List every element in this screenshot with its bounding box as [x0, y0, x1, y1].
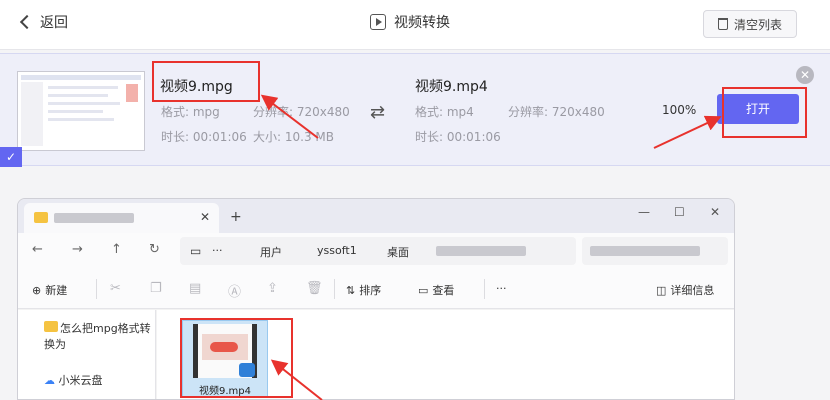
view-label: 查看 [432, 284, 455, 297]
up-arrow-icon[interactable]: ↑ [111, 242, 122, 257]
maximize-icon[interactable]: ☐ [674, 205, 685, 219]
refresh-icon[interactable]: ↻ [149, 242, 160, 257]
sort-icon: ⇅ [346, 283, 356, 297]
tab-close-icon[interactable]: ✕ [200, 210, 210, 224]
view-button[interactable]: ▭ 查看 [418, 282, 454, 298]
back-arrow-icon[interactable]: ← [32, 242, 43, 257]
clear-list-label: 清空列表 [733, 17, 782, 32]
new-tab-icon[interactable]: + [230, 209, 242, 225]
delete-icon[interactable]: 🗑 [306, 281, 323, 296]
window-close-icon[interactable]: ✕ [710, 205, 720, 219]
remove-task-icon[interactable]: ✕ [796, 66, 814, 84]
breadcrumb-users[interactable]: 用户 [260, 244, 282, 260]
share-icon[interactable]: ⇪ [267, 281, 278, 296]
view-icon: ▭ [418, 283, 429, 297]
search-box[interactable] [582, 237, 728, 265]
tab-title-redacted [54, 213, 134, 223]
annotation-box-open [722, 87, 807, 138]
explorer-nav-bar: ← → ↑ ↻ ▭ ··· 用户 yssoft1 桌面 [18, 233, 734, 269]
chevron-left-icon [19, 14, 35, 30]
target-format: 格式: mp4 [415, 105, 474, 119]
sort-label: 排序 [359, 284, 382, 297]
explorer-tab[interactable]: ✕ [24, 203, 219, 233]
sort-button[interactable]: ⇅ 排序 [346, 282, 381, 298]
nav-item-cloud-label: 小米云盘 [58, 374, 103, 387]
details-pane-icon: ◫ [656, 283, 667, 297]
target-resolution: 分辨率: 720x480 [508, 105, 605, 119]
source-duration: 时长: 00:01:06 [161, 130, 247, 144]
breadcrumb-user[interactable]: yssoft1 [317, 244, 357, 257]
nav-item-cloud[interactable]: ☁ 小米云盘 [44, 372, 103, 388]
copy-icon[interactable]: ❐ [150, 281, 162, 296]
annotation-box-source [152, 61, 260, 102]
video-icon [370, 14, 386, 30]
progress-percent: 100% [662, 103, 697, 117]
more-options-icon[interactable]: ··· [496, 282, 507, 295]
source-format: 格式: mpg [161, 105, 220, 119]
forward-arrow-icon[interactable]: → [72, 242, 83, 257]
conversion-task-card: ✓ 视频9.mpg 格式: mpg 分辨率: 720x480 时长: 00:01… [0, 53, 830, 167]
convert-arrows-icon: ⇄ [370, 102, 386, 123]
cloud-icon: ☁ [44, 374, 55, 387]
folder-icon [34, 212, 48, 223]
navigation-pane: 怎么把mpg格式转换为 ☁ 小米云盘 [18, 310, 156, 399]
explorer-toolbar: ⊕ 新建 ✂ ❐ ▤ Ⓐ ⇪ 🗑 ⇅ 排序 ▭ 查看 ··· ◫ 详细信息 [18, 269, 734, 309]
minimize-icon[interactable]: — [638, 205, 650, 219]
back-button[interactable]: 返回 [19, 12, 68, 32]
address-bar[interactable]: ▭ ··· 用户 yssoft1 桌面 [180, 237, 576, 265]
target-file-name: 视频9.mp4 [415, 79, 488, 95]
plus-circle-icon: ⊕ [32, 283, 42, 297]
details-label: 详细信息 [670, 284, 715, 297]
breadcrumb-desktop[interactable]: 桌面 [387, 244, 409, 260]
breadcrumb-more[interactable]: ··· [212, 244, 223, 257]
annotation-box-file [180, 318, 293, 398]
search-redacted [590, 246, 700, 256]
new-button[interactable]: ⊕ 新建 [32, 282, 67, 298]
breadcrumb-redacted [436, 246, 526, 256]
video-thumbnail [17, 71, 145, 151]
nav-item-folder[interactable]: 怎么把mpg格式转换为 [44, 320, 155, 352]
header: 返回 视频转换 清空列表 [0, 0, 830, 50]
clear-list-button[interactable]: 清空列表 [703, 10, 797, 38]
details-button[interactable]: ◫ 详细信息 [656, 282, 714, 298]
source-resolution: 分辨率: 720x480 [253, 105, 350, 119]
trash-icon [717, 18, 728, 30]
rename-icon[interactable]: Ⓐ [228, 281, 241, 300]
selected-check-icon[interactable]: ✓ [0, 147, 22, 167]
new-label: 新建 [45, 284, 68, 297]
video-converter-app: 返回 视频转换 清空列表 ✓ 视频9.mpg 格式: mpg 分辨率: 720x… [0, 0, 830, 400]
folder-icon [44, 321, 58, 332]
paste-icon[interactable]: ▤ [189, 281, 201, 296]
monitor-icon: ▭ [190, 244, 202, 258]
file-explorer-window: ✕ + — ☐ ✕ ← → ↑ ↻ ▭ ··· 用户 yssoft1 桌面 ⊕ … [17, 198, 735, 400]
explorer-tab-bar: ✕ + — ☐ ✕ [18, 199, 734, 233]
cut-icon[interactable]: ✂ [110, 281, 121, 296]
page-title-text: 视频转换 [394, 15, 450, 31]
target-duration: 时长: 00:01:06 [415, 130, 501, 144]
page-title: 视频转换 [370, 12, 450, 32]
nav-item-folder-label: 怎么把mpg格式转换为 [44, 322, 151, 351]
back-label: 返回 [40, 15, 68, 31]
source-size: 大小: 10.3 MB [253, 130, 334, 144]
